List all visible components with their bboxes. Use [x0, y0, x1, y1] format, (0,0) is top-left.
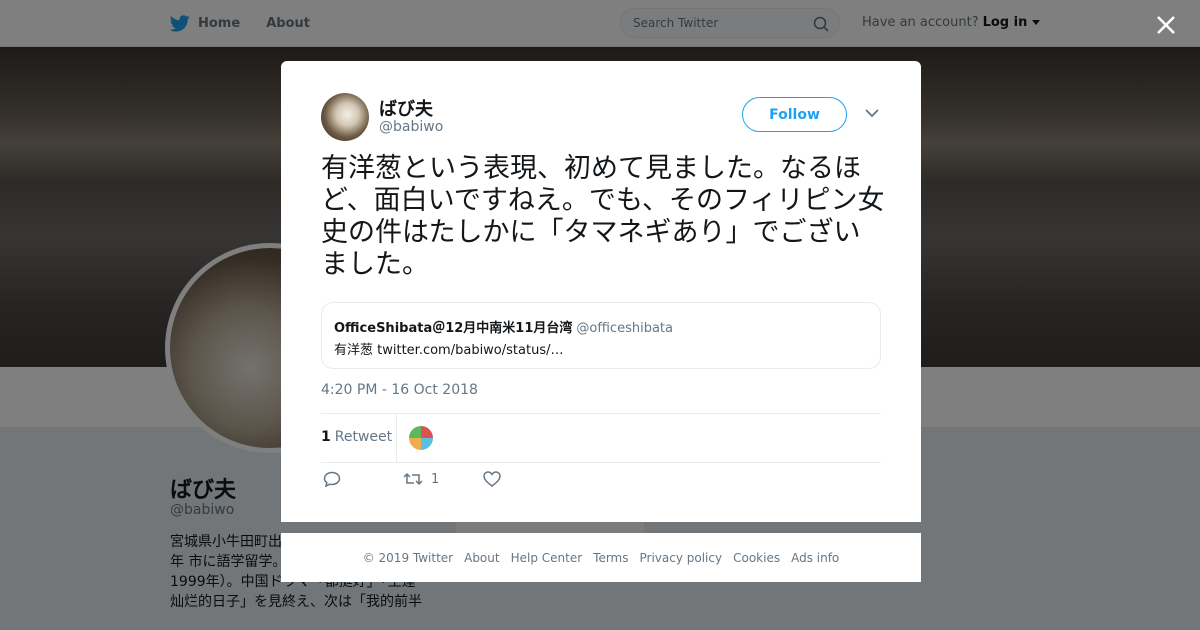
quoted-author: OfficeShibata＠12月中南米11月台湾 @officeshibata: [334, 317, 673, 336]
footer-link-ads-info[interactable]: Ads info: [791, 551, 839, 565]
close-icon[interactable]: [1152, 11, 1180, 39]
footer-copyright: © 2019 Twitter: [362, 550, 454, 565]
retweet-stat[interactable]: 1 Retweet: [321, 429, 392, 445]
quoted-author-name: OfficeShibata＠12月中南米11月台湾: [334, 321, 573, 336]
footer-links: © 2019 Twitter About Help Center Terms P…: [281, 533, 921, 582]
author-name[interactable]: ばび夫: [379, 95, 433, 121]
tweet-stats: 1 Retweet: [321, 413, 881, 463]
tweet-actions: 1: [321, 471, 621, 493]
footer-link-cookies[interactable]: Cookies: [733, 551, 780, 565]
quoted-tweet[interactable]: OfficeShibata＠12月中南米11月台湾 @officeshibata …: [321, 302, 881, 369]
author-handle[interactable]: @babiwo: [379, 119, 443, 135]
like-button[interactable]: [483, 471, 501, 487]
author-avatar[interactable]: [321, 93, 369, 141]
heart-icon: [483, 471, 501, 487]
retweet-icon: [403, 472, 423, 486]
retweet-button[interactable]: 1: [403, 471, 439, 487]
retweet-action-count: 1: [431, 471, 440, 487]
retweeter-avatar[interactable]: [409, 426, 433, 450]
reply-button[interactable]: [323, 471, 341, 487]
follow-button[interactable]: Follow: [742, 97, 847, 132]
quoted-author-handle: @officeshibata: [576, 321, 673, 336]
retweet-count: 1: [321, 429, 331, 445]
footer-link-about[interactable]: About: [464, 551, 499, 565]
stats-divider: [396, 414, 397, 462]
quoted-text: 有洋葱 twitter.com/babiwo/status/…: [334, 343, 564, 358]
tweet-timestamp[interactable]: 4:20 PM - 16 Oct 2018: [321, 382, 478, 398]
retweet-label: Retweet: [334, 429, 393, 445]
footer-link-help-center[interactable]: Help Center: [511, 551, 583, 565]
chevron-down-icon[interactable]: [865, 109, 879, 118]
tweet-modal: ばび夫 @babiwo Follow 有洋葱という表現、初めて見ました。なるほど…: [281, 61, 921, 522]
footer-link-privacy[interactable]: Privacy policy: [640, 551, 723, 565]
footer-link-terms[interactable]: Terms: [593, 551, 628, 565]
reply-icon: [323, 471, 341, 487]
tweet-text: 有洋葱という表現、初めて見ました。なるほど、面白いですねえ。でも、そのフィリピン…: [321, 153, 885, 280]
